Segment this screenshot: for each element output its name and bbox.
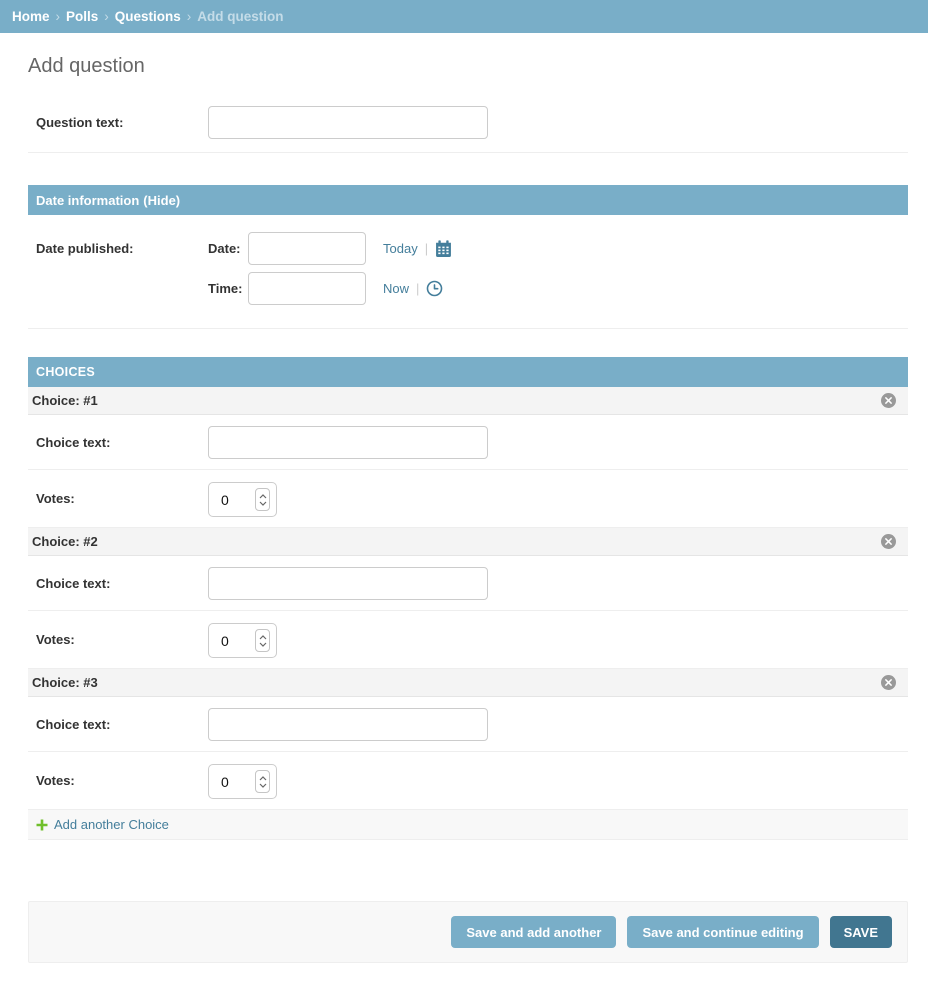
choice-2-header-label: Choice: #2 xyxy=(32,534,98,549)
choice-3-text-input[interactable] xyxy=(208,708,488,741)
delete-choice-2-icon[interactable] xyxy=(881,534,896,549)
choice-1-header: Choice: #1 xyxy=(28,387,908,415)
choice-1-text-input[interactable] xyxy=(208,426,488,459)
breadcrumb-link-polls[interactable]: Polls xyxy=(66,9,98,24)
clock-icon[interactable] xyxy=(426,280,443,297)
choice-1-header-label: Choice: #1 xyxy=(32,393,98,408)
save-and-add-another-button[interactable]: Save and add another xyxy=(451,916,616,948)
question-module: Question text: xyxy=(28,92,908,153)
breadcrumb: Home › Polls › Questions › Add question xyxy=(0,0,928,33)
choice-1-votes-value[interactable] xyxy=(221,492,243,508)
number-stepper-icon[interactable] xyxy=(255,770,270,793)
choice-1-votes-row: Votes: xyxy=(28,470,908,528)
breadcrumb-separator: › xyxy=(56,9,61,24)
choice-inline-3: Choice: #3 Choice text: Votes: xyxy=(28,669,908,810)
date-line: Date: Today | xyxy=(208,232,452,265)
today-link[interactable]: Today xyxy=(383,241,418,256)
choice-2-header: Choice: #2 xyxy=(28,528,908,556)
choice-3-votes-value[interactable] xyxy=(221,774,243,790)
now-link[interactable]: Now xyxy=(383,281,409,296)
choice-inline-2: Choice: #2 Choice text: Votes: xyxy=(28,528,908,669)
add-plus-icon xyxy=(36,819,48,831)
number-stepper-icon[interactable] xyxy=(255,629,270,652)
submit-row: Save and add another Save and continue e… xyxy=(28,901,908,963)
choice-3-votes-input[interactable] xyxy=(208,764,277,799)
question-text-label: Question text: xyxy=(36,106,208,130)
date-information-module: Date information (Hide) Date published: … xyxy=(28,185,908,329)
choice-3-header: Choice: #3 xyxy=(28,669,908,697)
datetime-widget: Date: Today | xyxy=(208,232,452,305)
time-line: Time: Now | xyxy=(208,272,452,305)
choice-inline-1: Choice: #1 Choice text: Votes: xyxy=(28,387,908,528)
hide-toggle-link[interactable]: (Hide) xyxy=(143,193,180,208)
breadcrumb-link-questions[interactable]: Questions xyxy=(115,9,181,24)
choice-1-text-row: Choice text: xyxy=(28,415,908,470)
choice-1-votes-input[interactable] xyxy=(208,482,277,517)
calendar-icon[interactable] xyxy=(435,240,452,257)
choice-text-label: Choice text: xyxy=(36,567,208,591)
date-published-label: Date published: xyxy=(36,232,208,256)
date-input[interactable] xyxy=(248,232,366,265)
add-another-choice-link[interactable]: Add another Choice xyxy=(54,817,169,832)
time-label: Time: xyxy=(208,281,248,296)
choices-inline-group: Choices Choice: #1 Choice text: Votes: xyxy=(28,357,908,840)
delete-choice-3-icon[interactable] xyxy=(881,675,896,690)
choice-text-label: Choice text: xyxy=(36,708,208,732)
question-text-row: Question text: xyxy=(28,92,908,153)
page-title: Add question xyxy=(28,55,908,78)
save-button[interactable]: SAVE xyxy=(830,916,892,948)
choice-2-votes-input[interactable] xyxy=(208,623,277,658)
breadcrumb-separator: › xyxy=(187,9,192,24)
votes-label: Votes: xyxy=(36,623,208,647)
link-separator: | xyxy=(416,281,419,296)
choice-2-votes-value[interactable] xyxy=(221,633,243,649)
breadcrumb-current: Add question xyxy=(197,9,283,24)
choice-2-text-input[interactable] xyxy=(208,567,488,600)
date-information-title: Date information xyxy=(36,193,139,208)
choice-2-text-row: Choice text: xyxy=(28,556,908,611)
date-information-header: Date information (Hide) xyxy=(28,185,908,215)
delete-choice-1-icon[interactable] xyxy=(881,393,896,408)
choice-3-text-row: Choice text: xyxy=(28,697,908,752)
time-input[interactable] xyxy=(248,272,366,305)
breadcrumb-separator: › xyxy=(104,9,109,24)
votes-label: Votes: xyxy=(36,482,208,506)
question-text-input[interactable] xyxy=(208,106,488,139)
choice-text-label: Choice text: xyxy=(36,426,208,450)
votes-label: Votes: xyxy=(36,764,208,788)
choice-3-votes-row: Votes: xyxy=(28,752,908,810)
add-another-choice-row[interactable]: Add another Choice xyxy=(28,810,908,840)
date-label: Date: xyxy=(208,241,248,256)
choice-3-header-label: Choice: #3 xyxy=(32,675,98,690)
choices-section-header: Choices xyxy=(28,357,908,387)
number-stepper-icon[interactable] xyxy=(255,488,270,511)
save-and-continue-button[interactable]: Save and continue editing xyxy=(627,916,818,948)
link-separator: | xyxy=(425,241,428,256)
date-published-row: Date published: Date: Today | xyxy=(28,215,908,329)
breadcrumb-link-home[interactable]: Home xyxy=(12,9,50,24)
choice-2-votes-row: Votes: xyxy=(28,611,908,669)
